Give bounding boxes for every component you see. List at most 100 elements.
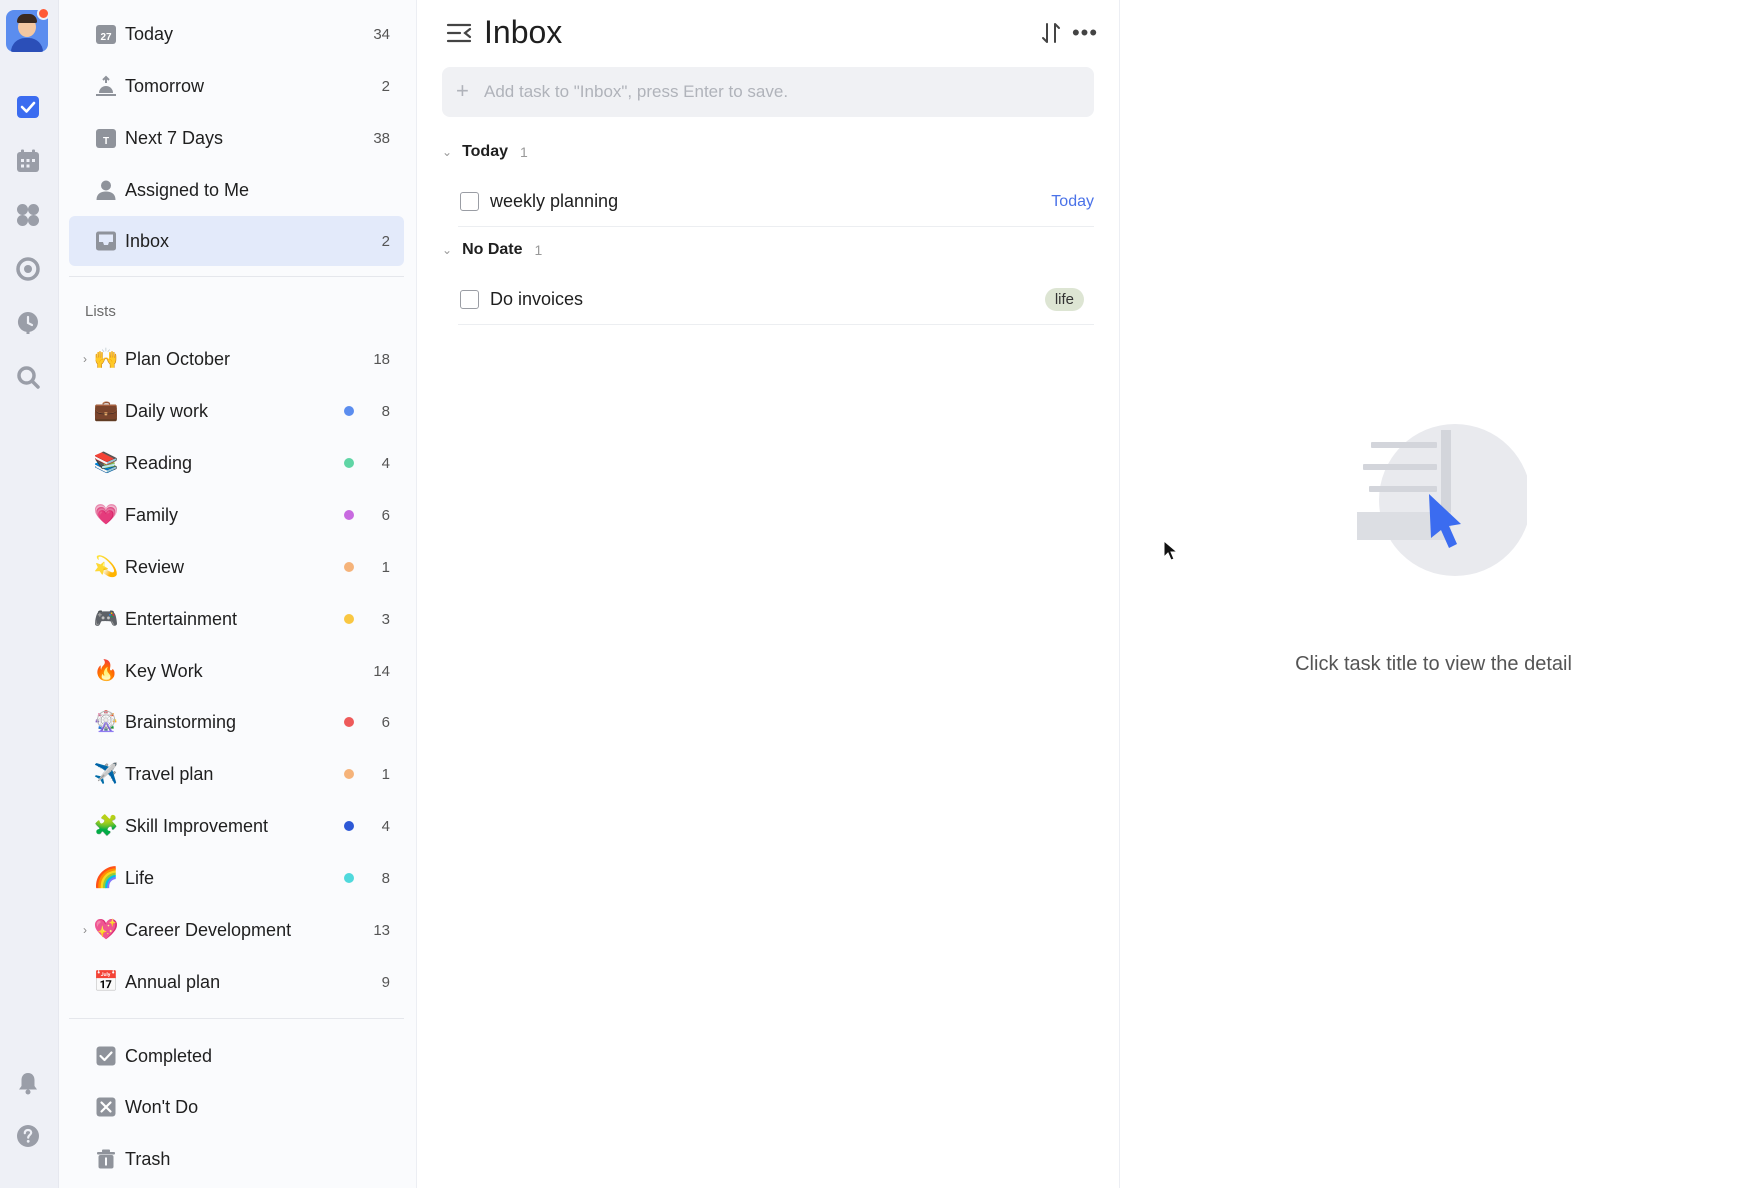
section-header-no-date[interactable]: ⌄ No Date 1 <box>442 241 542 259</box>
sidebar-item-label: Trash <box>125 1148 171 1169</box>
sidebar-item-label: Next 7 Days <box>125 127 224 148</box>
calendar-icon[interactable] <box>15 148 41 174</box>
sidebar-item-count: 2 <box>381 77 390 95</box>
sidebar-item-completed[interactable]: Completed <box>69 1031 404 1081</box>
sidebar-item-label: Daily work <box>125 400 209 421</box>
sidebar-item-label: Assigned to Me <box>125 179 250 200</box>
sidebar-item-label: Today <box>125 23 174 44</box>
sidebar-item-count: 34 <box>373 25 390 43</box>
sidebar-list-family[interactable]: 💗 Family 6 <box>69 490 404 540</box>
person-icon <box>95 179 117 201</box>
sidebar-item-count: 18 <box>373 350 390 368</box>
sidebar-item-tomorrow[interactable]: Tomorrow 2 <box>69 61 404 111</box>
task-check-icon[interactable] <box>15 94 41 120</box>
avatar-badge <box>37 7 50 20</box>
calendar-week-icon: T <box>95 127 117 149</box>
completed-icon <box>95 1045 117 1067</box>
sidebar-item-label: Key Work <box>125 660 203 681</box>
bell-icon[interactable] <box>15 1070 41 1096</box>
sidebar-item-count: 1 <box>381 558 390 576</box>
divider <box>69 1018 404 1019</box>
sidebar-item-label: Plan October <box>125 348 231 369</box>
sidebar-list-life[interactable]: 🌈 Life 8 <box>69 853 404 903</box>
lists-heading: Lists <box>85 303 116 320</box>
task-row[interactable]: weekly planning Today <box>458 177 1094 227</box>
chevron-down-icon[interactable]: ⌄ <box>442 243 452 257</box>
mouse-cursor-icon <box>1163 539 1179 567</box>
list-emoji-icon: 🙌 <box>93 348 119 370</box>
task-title[interactable]: Do invoices <box>490 289 583 310</box>
sidebar-item-next-7-days[interactable]: T Next 7 Days 38 <box>69 113 404 163</box>
sidebar-item-count: 8 <box>381 869 390 887</box>
sidebar-item-count: 9 <box>381 973 390 991</box>
search-icon[interactable] <box>15 364 41 390</box>
list-emoji-icon: 💫 <box>93 556 119 578</box>
sidebar-item-label: Travel plan <box>125 763 214 784</box>
list-color-dot <box>344 510 354 520</box>
sidebar-toggle-icon[interactable] <box>446 22 472 44</box>
sidebar-list-brainstorming[interactable]: 🎡 Brainstorming 6 <box>69 697 404 747</box>
list-color-dot <box>344 614 354 624</box>
list-emoji-icon: 💗 <box>93 504 119 526</box>
sidebar-item-count: 2 <box>381 232 390 250</box>
task-list-pane: Inbox ••• + ⌄ Today 1 weekly planning To… <box>418 0 1120 1188</box>
sidebar-list-daily-work[interactable]: 💼 Daily work 8 <box>69 386 404 436</box>
list-color-dot <box>344 717 354 727</box>
sidebar-item-label: Reading <box>125 452 193 473</box>
sidebar-list-plan-october[interactable]: › 🙌 Plan October 18 <box>69 334 404 384</box>
task-detail-pane: Click task title to view the detail <box>1121 0 1746 1188</box>
sidebar-item-count: 8 <box>381 402 390 420</box>
section-header-today[interactable]: ⌄ Today 1 <box>442 143 528 161</box>
more-options-icon[interactable]: ••• <box>1070 20 1100 46</box>
task-tag[interactable]: life <box>1044 288 1084 311</box>
pomodoro-icon[interactable] <box>15 256 41 282</box>
calendar-today-icon: 27 <box>95 23 117 45</box>
section-count: 1 <box>520 144 528 160</box>
sidebar-item-label: Annual plan <box>125 971 221 992</box>
sidebar-item-wont-do[interactable]: Won't Do <box>69 1082 404 1132</box>
help-icon[interactable] <box>15 1123 41 1149</box>
sidebar-list-skill-improvement[interactable]: 🧩 Skill Improvement 4 <box>69 801 404 851</box>
sidebar-item-count: 1 <box>381 765 390 783</box>
habit-icon[interactable] <box>15 310 41 336</box>
sidebar-list-reading[interactable]: 📚 Reading 4 <box>69 438 404 488</box>
divider <box>69 276 404 277</box>
sidebar-item-count: 4 <box>381 817 390 835</box>
sidebar-list-entertainment[interactable]: 🎮 Entertainment 3 <box>69 594 404 644</box>
sidebar-list-annual-plan[interactable]: 📅 Annual plan 9 <box>69 957 404 1007</box>
list-emoji-icon: 🧩 <box>93 815 119 837</box>
list-color-dot <box>344 873 354 883</box>
sidebar-item-today[interactable]: 27 Today 34 <box>69 9 404 59</box>
chevron-down-icon[interactable]: ⌄ <box>442 145 452 159</box>
task-title[interactable]: weekly planning <box>490 191 618 212</box>
task-due-date[interactable]: Today <box>1051 193 1094 211</box>
list-color-dot <box>344 562 354 572</box>
sidebar-list-career-development[interactable]: › 💖 Career Development 13 <box>69 905 404 955</box>
task-checkbox[interactable] <box>460 192 479 211</box>
task-row[interactable]: Do invoices life <box>458 275 1094 325</box>
expand-caret-icon[interactable]: › <box>83 352 87 366</box>
detail-hint: Click task title to view the detail <box>1295 653 1572 675</box>
list-color-dot <box>344 769 354 779</box>
sidebar-item-count: 6 <box>381 713 390 731</box>
sidebar-item-count: 13 <box>373 921 390 939</box>
sidebar-item-label: Brainstorming <box>125 711 237 732</box>
matrix-icon[interactable] <box>15 202 41 228</box>
sidebar-list-review[interactable]: 💫 Review 1 <box>69 542 404 592</box>
sidebar-item-count: 3 <box>381 610 390 628</box>
list-emoji-icon: 🔥 <box>93 660 119 682</box>
sidebar-item-assigned-to-me[interactable]: Assigned to Me <box>69 165 404 215</box>
sidebar-item-trash[interactable]: Trash <box>69 1134 404 1184</box>
sidebar-item-label: Skill Improvement <box>125 815 269 836</box>
sidebar-list-travel-plan[interactable]: ✈️ Travel plan 1 <box>69 749 404 799</box>
section-count: 1 <box>534 242 543 258</box>
sort-icon[interactable] <box>1038 20 1064 46</box>
task-checkbox[interactable] <box>460 290 479 309</box>
sidebar-item-label: Family <box>125 504 178 525</box>
sidebar-item-inbox[interactable]: Inbox 2 <box>69 216 404 266</box>
expand-caret-icon[interactable]: › <box>83 923 87 937</box>
add-task-input[interactable] <box>442 67 1094 117</box>
sidebar-item-count: 6 <box>381 506 390 524</box>
sidebar-list-key-work[interactable]: 🔥 Key Work 14 <box>69 646 404 696</box>
list-emoji-icon: 📅 <box>93 971 119 993</box>
